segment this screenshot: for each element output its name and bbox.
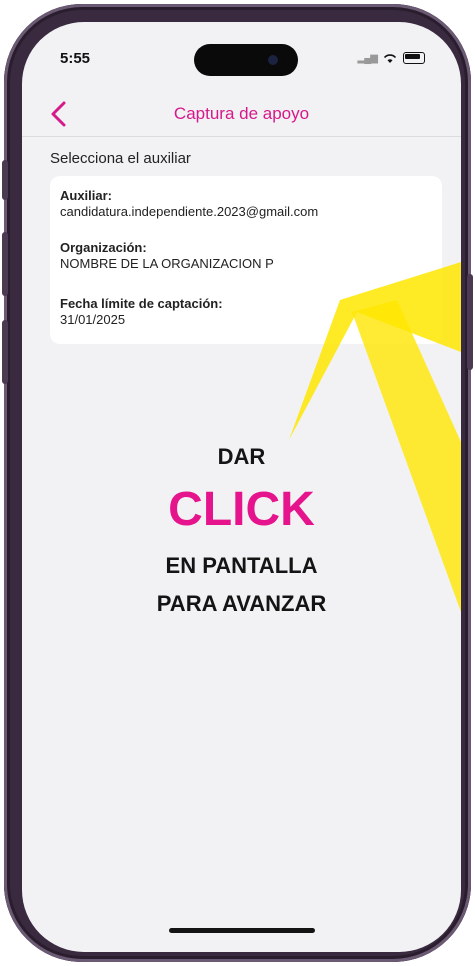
organizacion-value: NOMBRE DE LA ORGANIZACION P <box>60 256 274 271</box>
fecha-field: Fecha límite de captación: 31/01/2025 <box>60 296 223 327</box>
cta-en-pantalla: EN PANTALLA <box>165 553 318 578</box>
battery-icon <box>403 52 425 64</box>
phone-frame: 5:55 ▂▄▆ Captura de apoyo Selecciona el … <box>2 4 473 962</box>
auxiliar-label: Auxiliar: <box>60 188 113 203</box>
cta-dar: DAR <box>217 444 266 469</box>
signal-icon: ▂▄▆ <box>357 52 378 64</box>
fecha-value: 31/01/2025 <box>60 312 126 327</box>
cta-click: CLICK <box>168 483 315 536</box>
camera-icon <box>268 55 278 65</box>
action-button <box>2 160 8 200</box>
volume-down-button <box>2 320 8 384</box>
organizacion-label: Organización: <box>60 240 147 255</box>
home-indicator[interactable] <box>169 928 315 933</box>
power-button <box>467 274 473 370</box>
section-label: Selecciona el auxiliar <box>50 150 191 167</box>
cta-para-avanzar: PARA AVANZAR <box>156 591 327 616</box>
volume-up-button <box>2 232 8 296</box>
chevron-left-icon[interactable] <box>46 100 72 128</box>
auxiliar-card[interactable]: Auxiliar: candidatura.independiente.2023… <box>50 176 442 344</box>
status-icons: ▂▄▆ <box>358 52 425 64</box>
screen[interactable]: 5:55 ▂▄▆ Captura de apoyo Selecciona el … <box>22 22 461 952</box>
auxiliar-field: Auxiliar: candidatura.independiente.2023… <box>60 188 318 219</box>
status-time: 5:55 <box>60 50 91 67</box>
organizacion-field: Organización: NOMBRE DE LA ORGANIZACION … <box>60 240 274 271</box>
fecha-label: Fecha límite de captación: <box>60 296 223 311</box>
page-title: Captura de apoyo <box>173 104 310 123</box>
auxiliar-value: candidatura.independiente.2023@gmail.com <box>60 204 319 219</box>
dynamic-island <box>194 44 298 76</box>
navigation-bar: Captura de apoyo <box>22 92 461 137</box>
wifi-icon <box>383 53 397 63</box>
